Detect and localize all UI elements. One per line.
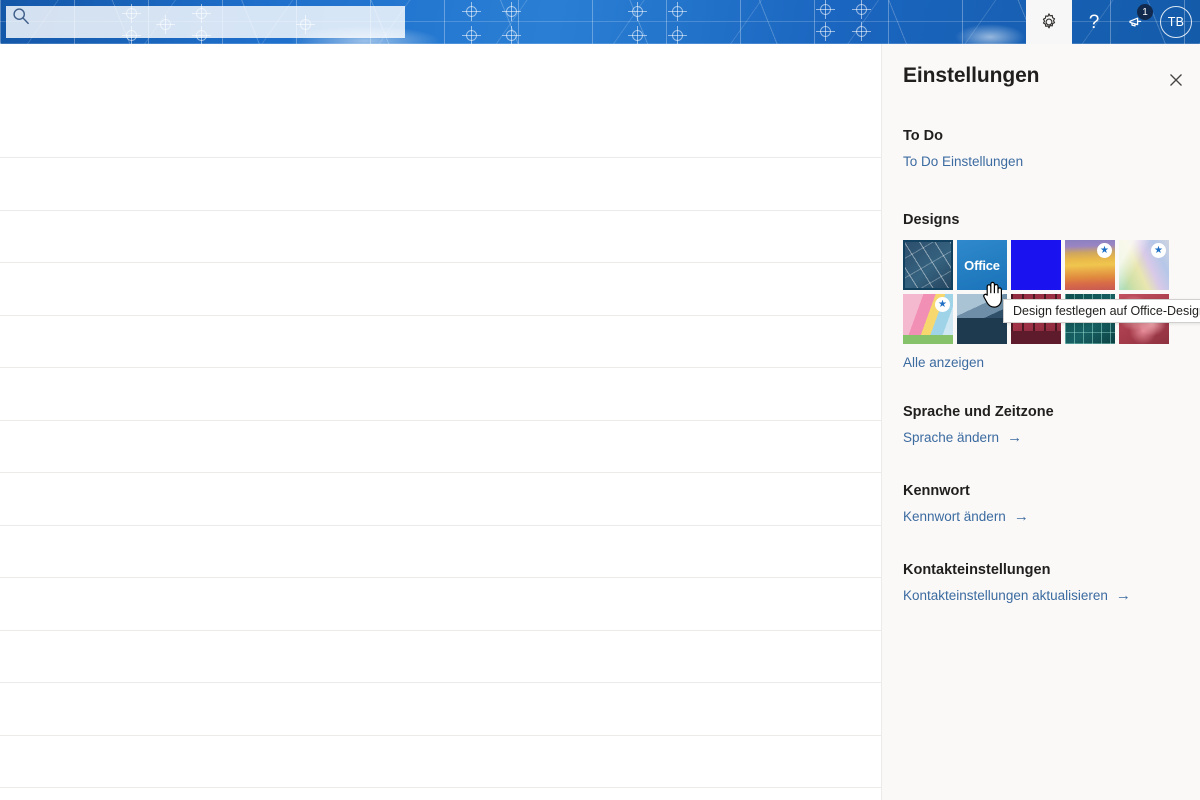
search-box[interactable] [6, 6, 405, 38]
header-actions: ? 1 TB [1026, 0, 1200, 44]
list-item[interactable] [0, 262, 881, 315]
update-contacts-label: Kontakteinstellungen aktualisieren [903, 588, 1108, 603]
list-item[interactable] [0, 419, 881, 472]
list-item[interactable] [0, 629, 881, 682]
todo-settings-link[interactable]: To Do Einstellungen [903, 154, 1023, 169]
section-contacts: Kontakteinstellungen Kontakteinstellunge… [903, 562, 1183, 605]
close-icon [1170, 74, 1182, 86]
theme-tile-whale[interactable] [957, 294, 1007, 344]
premium-star-icon: ★ [1151, 243, 1166, 258]
theme-tile-label: Office [964, 257, 1000, 273]
blueprint-ornament [628, 2, 647, 21]
list-item[interactable] [0, 524, 881, 577]
theme-tile-sunset-stripes[interactable]: ★ [1065, 240, 1115, 290]
todo-settings-label: To Do Einstellungen [903, 154, 1024, 169]
list-item[interactable] [0, 367, 881, 420]
list-item[interactable] [0, 787, 881, 800]
blueprint-ornament [816, 22, 835, 41]
page-title: Einstellungen [903, 64, 1040, 87]
notification-badge: 1 [1137, 4, 1153, 20]
blueprint-ornament [668, 2, 687, 21]
blueprint-ornament [852, 22, 871, 41]
help-button[interactable]: ? [1072, 0, 1116, 44]
premium-star-icon: ★ [1097, 243, 1112, 258]
blueprint-ornament [462, 26, 481, 44]
section-designs: Designs Office ★ ★ ★ Alle anzeigen [903, 212, 1183, 370]
section-language-heading: Sprache und Zeitzone [903, 404, 1054, 420]
list-item[interactable] [0, 577, 881, 630]
blueprint-ornament [816, 0, 835, 19]
theme-tile-pastel-swirl[interactable]: ★ [1119, 240, 1169, 290]
list-item[interactable] [0, 314, 881, 367]
list-item[interactable] [0, 682, 881, 735]
theme-tile-solid-blue[interactable] [1011, 240, 1061, 290]
close-button[interactable] [1160, 64, 1192, 96]
theme-tile-office[interactable]: Office [957, 240, 1007, 290]
settings-button[interactable] [1026, 0, 1072, 44]
section-todo: To Do To Do Einstellungen [903, 128, 1183, 171]
list-item[interactable] [0, 472, 881, 525]
show-all-themes-link[interactable]: Alle anzeigen [903, 355, 984, 370]
update-contacts-link[interactable]: Kontakteinstellungen aktualisieren → [903, 588, 1131, 603]
list-rows [0, 157, 881, 800]
list-item[interactable] [0, 157, 881, 210]
change-language-label: Sprache ändern [903, 430, 1000, 445]
blueprint-ornament [668, 26, 687, 44]
question-mark-icon: ? [1088, 11, 1100, 33]
section-language: Sprache und Zeitzone Sprache ändern → [903, 404, 1183, 447]
section-password: Kennwort Kennwort ändern → [903, 483, 1183, 526]
tooltip: Design festlegen auf Office-Design [1003, 299, 1200, 323]
theme-grid: Office ★ ★ ★ [903, 240, 1173, 344]
arrow-right-icon: → [1115, 587, 1131, 604]
blueprint-glow [955, 24, 1025, 44]
blueprint-ornament [462, 2, 481, 21]
arrow-right-icon: → [1007, 429, 1023, 446]
search-input[interactable] [6, 6, 405, 38]
avatar[interactable]: TB [1160, 6, 1192, 38]
list-item[interactable] [0, 734, 881, 787]
change-password-label: Kennwort ändern [903, 509, 1006, 524]
theme-tile-blueprint[interactable] [903, 240, 953, 290]
list-top-gap [0, 44, 881, 157]
section-contacts-heading: Kontakteinstellungen [903, 562, 1051, 578]
blueprint-ornament [502, 26, 521, 44]
app-header: ? 1 TB [0, 0, 1200, 44]
list-item[interactable] [0, 209, 881, 262]
change-password-link[interactable]: Kennwort ändern → [903, 509, 1029, 524]
premium-star-icon: ★ [935, 297, 950, 312]
change-language-link[interactable]: Sprache ändern → [903, 430, 1022, 445]
search-icon [13, 8, 29, 25]
gear-icon [1042, 13, 1056, 29]
avatar-initials: TB [1167, 15, 1185, 29]
section-password-heading: Kennwort [903, 483, 970, 499]
blueprint-ornament [628, 26, 647, 44]
blueprint-ornament [502, 2, 521, 21]
arrow-right-icon: → [1013, 508, 1029, 525]
message-list [0, 44, 881, 800]
blueprint-ornament [852, 0, 871, 19]
theme-tile-unicorn[interactable]: ★ [903, 294, 953, 344]
section-todo-heading: To Do [903, 128, 943, 144]
settings-panel: Einstellungen To Do To Do Einstellungen … [881, 44, 1200, 800]
section-designs-heading: Designs [903, 212, 960, 228]
announcements-button[interactable]: 1 [1116, 0, 1160, 44]
